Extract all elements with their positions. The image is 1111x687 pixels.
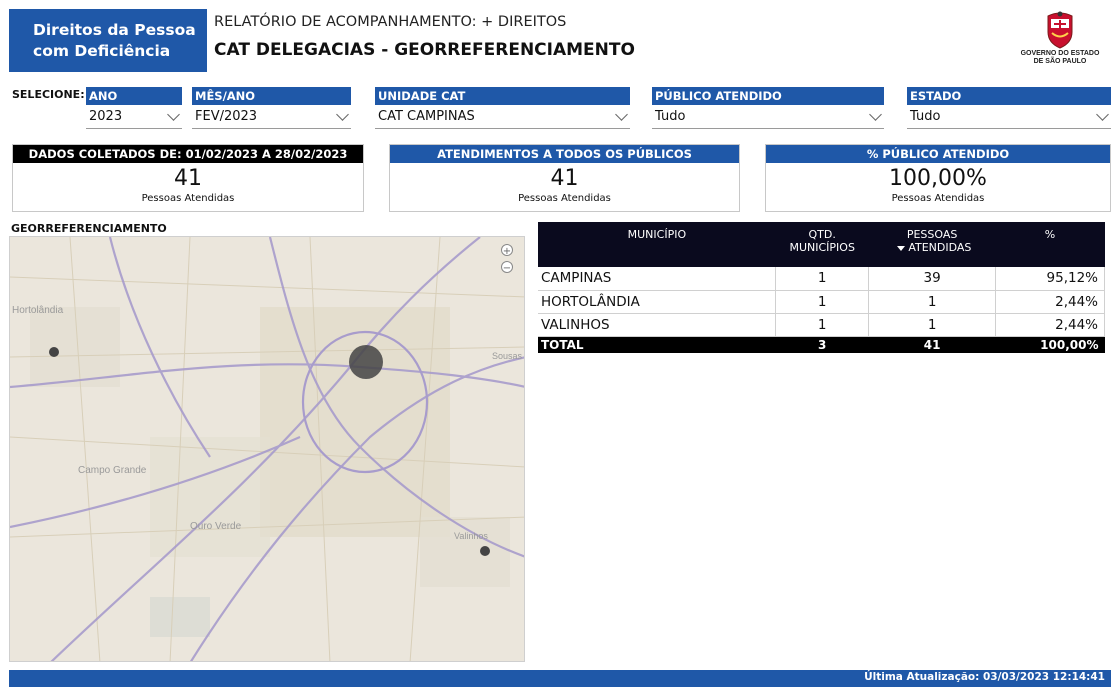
map-label-hortolandia: Hortolândia — [12, 305, 64, 316]
kpi-all-publics-value: 41 — [550, 166, 579, 191]
filter-estado-select[interactable]: Tudo — [907, 105, 1111, 129]
chevron-down-icon[interactable] — [167, 107, 180, 121]
col-header-qtd-line2: MUNICÍPIOS — [789, 241, 855, 254]
cell-qtd: 1 — [775, 313, 870, 337]
cell-municipio: CAMPINAS — [538, 267, 777, 291]
filter-publico-atendido-select[interactable]: Tudo — [652, 105, 884, 129]
filter-ano-value: 2023 — [89, 109, 123, 124]
map-bubble-campinas[interactable] — [349, 345, 383, 379]
cell-municipio: HORTOLÂNDIA — [538, 290, 777, 314]
map-title: GEORREFERENCIAMENTO — [11, 222, 167, 235]
gov-logo-text-1: GOVERNO DO ESTADO — [1020, 50, 1100, 57]
filter-estado-value: Tudo — [910, 109, 941, 124]
cell-total-pessoas: 41 — [868, 336, 996, 353]
filter-publico-atendido-value: Tudo — [655, 109, 686, 124]
filter-unidade-cat-title: UNIDADE CAT — [375, 87, 630, 105]
kpi-percent-title: % PÚBLICO ATENDIDO — [766, 145, 1110, 163]
filter-ano-select[interactable]: 2023 — [86, 105, 182, 129]
col-header-pessoas-line2: ATENDIDAS — [908, 241, 972, 254]
map-label-valinhos: Valinhos — [454, 531, 488, 541]
municipio-table: MUNICÍPIO QTD. MUNICÍPIOS PESSOAS ATENDI… — [538, 222, 1105, 353]
kpi-card-percent: % PÚBLICO ATENDIDO 100,00% Pessoas Atend… — [765, 144, 1111, 212]
zoom-in-label[interactable]: + — [503, 246, 511, 257]
kpi-period-title: DADOS COLETADOS DE: 01/02/2023 A 28/02/2… — [13, 145, 363, 163]
kpi-card-all-publics: ATENDIMENTOS A TODOS OS PÚBLICOS 41 Pess… — [389, 144, 740, 212]
col-header-pessoas[interactable]: PESSOAS ATENDIDAS — [868, 222, 996, 267]
report-title: CAT DELEGACIAS - GEORREFERENCIAMENTO — [214, 40, 635, 60]
cell-total-pct: 100,00% — [995, 336, 1105, 353]
chevron-down-icon[interactable] — [615, 107, 628, 121]
kpi-all-publics-label: Pessoas Atendidas — [518, 193, 611, 204]
zoom-out-label[interactable]: − — [503, 263, 511, 274]
cell-pct: 95,12% — [995, 267, 1105, 291]
filter-ano-title: ANO — [86, 87, 182, 105]
report-subtitle: RELATÓRIO DE ACOMPANHAMENTO: + DIREITOS — [214, 14, 567, 30]
last-update-text: Última Atualização: 03/03/2023 12:14:41 — [864, 671, 1105, 683]
col-header-pct[interactable]: % — [995, 222, 1105, 267]
filter-mes-ano[interactable]: MÊS/ANO FEV/2023 — [192, 87, 351, 131]
filter-mes-ano-value: FEV/2023 — [195, 109, 258, 124]
table-row[interactable]: CAMPINAS 1 39 95,12% — [538, 267, 1105, 291]
cell-pessoas: 39 — [868, 267, 997, 291]
map-label-ouro-verde: Ouro Verde — [190, 521, 242, 532]
kpi-card-period: DADOS COLETADOS DE: 01/02/2023 A 28/02/2… — [12, 144, 364, 212]
cell-total-label: TOTAL — [538, 336, 776, 353]
map-bubble-hortolandia[interactable] — [49, 347, 59, 357]
filter-estado-title: ESTADO — [907, 87, 1111, 105]
chevron-down-icon[interactable] — [336, 107, 349, 121]
kpi-percent-value: 100,00% — [889, 166, 987, 191]
col-header-qtd[interactable]: QTD. MUNICÍPIOS — [775, 222, 869, 267]
filter-publico-atendido[interactable]: PÚBLICO ATENDIDO Tudo — [652, 87, 884, 131]
brand-title-line1: Direitos da Pessoa — [33, 20, 196, 39]
coat-of-arms-icon — [1047, 11, 1073, 49]
select-label: SELECIONE: — [12, 88, 85, 101]
chevron-down-icon[interactable] — [1096, 107, 1109, 121]
col-header-pessoas-line1: PESSOAS — [906, 228, 958, 241]
cell-pessoas: 1 — [868, 313, 997, 337]
chevron-down-icon[interactable] — [869, 107, 882, 121]
col-header-qtd-line1: QTD. — [808, 228, 836, 241]
georeference-map[interactable]: Hortolândia Campo Grande Ouro Verde Vali… — [9, 236, 525, 662]
filter-estado[interactable]: ESTADO Tudo — [907, 87, 1111, 131]
filter-publico-atendido-title: PÚBLICO ATENDIDO — [652, 87, 884, 105]
col-header-pct-text: % — [1044, 228, 1056, 241]
filter-ano[interactable]: ANO 2023 — [86, 87, 182, 131]
kpi-percent-label: Pessoas Atendidas — [891, 193, 985, 204]
cell-pessoas: 1 — [868, 290, 997, 314]
map-canvas[interactable]: Hortolândia Campo Grande Ouro Verde Vali… — [10, 237, 525, 662]
table-total-row: TOTAL 3 41 100,00% — [538, 336, 1105, 353]
cell-pct: 2,44% — [995, 290, 1105, 314]
map-label-sousas: Sousas — [492, 351, 523, 361]
gov-logo: GOVERNO DO ESTADO DE SÃO PAULO — [1010, 10, 1110, 76]
cell-pct: 2,44% — [995, 313, 1105, 337]
filter-mes-ano-title: MÊS/ANO — [192, 87, 351, 105]
gov-logo-text-2: DE SÃO PAULO — [1033, 58, 1087, 65]
table-header-row: MUNICÍPIO QTD. MUNICÍPIOS PESSOAS ATENDI… — [538, 222, 1105, 267]
col-header-municipio[interactable]: MUNICÍPIO — [538, 222, 776, 267]
map-label-campo-grande: Campo Grande — [78, 465, 147, 476]
filter-unidade-cat-select[interactable]: CAT CAMPINAS — [375, 105, 630, 129]
cell-municipio: VALINHOS — [538, 313, 777, 337]
footer-bar: Última Atualização: 03/03/2023 12:14:41 — [9, 670, 1111, 687]
table-row[interactable]: VALINHOS 1 1 2,44% — [538, 313, 1105, 337]
table-row[interactable]: HORTOLÂNDIA 1 1 2,44% — [538, 290, 1105, 314]
kpi-all-publics-title: ATENDIMENTOS A TODOS OS PÚBLICOS — [390, 145, 739, 163]
filter-unidade-cat-value: CAT CAMPINAS — [378, 109, 475, 124]
cell-qtd: 1 — [775, 267, 870, 291]
col-header-municipio-text: MUNICÍPIO — [627, 228, 687, 241]
cell-total-qtd: 3 — [775, 336, 869, 353]
sort-descending-icon[interactable] — [896, 245, 905, 251]
app-brand-box: Direitos da Pessoa com Deficiência — [9, 9, 207, 72]
map-bubble-valinhos[interactable] — [480, 546, 490, 556]
kpi-period-label: Pessoas Atendidas — [141, 193, 235, 204]
filter-mes-ano-select[interactable]: FEV/2023 — [192, 105, 351, 129]
brand-title-line2: com Deficiência — [33, 41, 171, 60]
filter-unidade-cat[interactable]: UNIDADE CAT CAT CAMPINAS — [375, 87, 630, 131]
kpi-period-value: 41 — [174, 166, 202, 191]
cell-qtd: 1 — [775, 290, 870, 314]
